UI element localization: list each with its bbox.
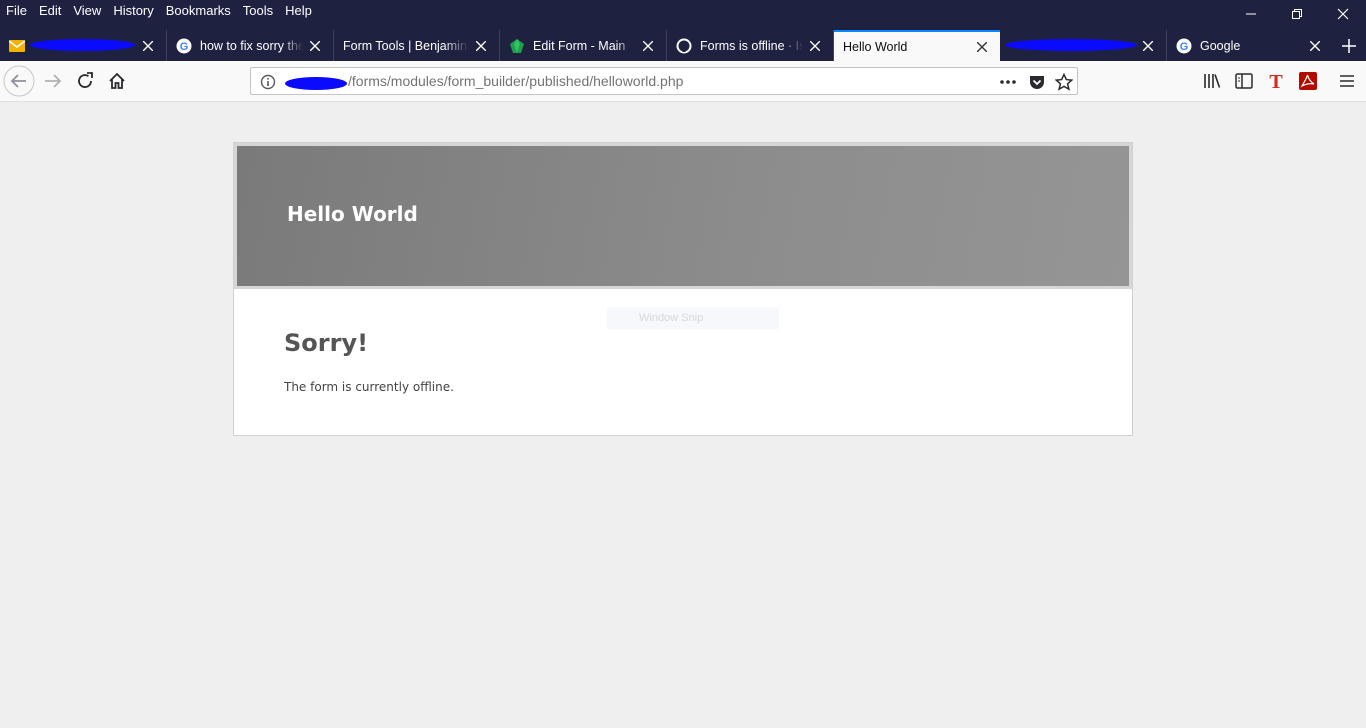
restore-button[interactable] [1274, 0, 1320, 28]
tab-label: Hello World [843, 39, 908, 54]
redaction-mark [285, 77, 347, 90]
close-icon [143, 40, 153, 51]
form-header: Hello World [234, 143, 1132, 289]
tab-label: Google [1200, 38, 1241, 53]
extension-t-button[interactable]: T [1260, 65, 1292, 97]
tab-close-button[interactable] [803, 34, 827, 58]
tab-label: Form Tools | BenjaminKeen [343, 38, 469, 53]
svg-text:G: G [1180, 41, 1189, 53]
text-extension-icon: T [1269, 72, 1283, 90]
window-snip-overlay: Window Snip [607, 307, 779, 329]
tab-hello-world[interactable]: Hello World [834, 30, 1000, 61]
info-icon[interactable] [260, 74, 276, 94]
library-icon [1204, 74, 1221, 88]
window-controls [1228, 0, 1366, 28]
sidebar-button[interactable] [1228, 65, 1260, 97]
reload-button[interactable] [69, 65, 101, 97]
svg-text:T: T [1269, 72, 1283, 90]
redaction-mark [30, 39, 135, 51]
bookmark-star-icon[interactable] [1054, 72, 1074, 95]
menu-view[interactable]: View [67, 0, 107, 22]
github-icon [676, 38, 692, 54]
form-title: Hello World [287, 202, 418, 226]
tab-google[interactable]: G Google [1167, 30, 1333, 61]
svg-text:G: G [180, 41, 189, 53]
close-icon [1143, 40, 1153, 51]
menu-history[interactable]: History [107, 0, 159, 22]
menu-file[interactable]: File [0, 0, 33, 22]
menu-edit[interactable]: Edit [33, 0, 67, 22]
back-arrow-icon [3, 65, 35, 97]
tab-close-button[interactable] [303, 34, 327, 58]
close-icon [810, 40, 820, 51]
reload-icon [78, 72, 93, 88]
tab-github-issue[interactable]: Forms is offline · Issue [667, 30, 834, 61]
google-icon: G [1176, 38, 1192, 54]
back-button[interactable] [3, 65, 35, 97]
mail-icon [9, 38, 25, 54]
tab-google-search[interactable]: G how to fix sorry the form is currently… [167, 30, 334, 61]
redaction-mark [1005, 39, 1137, 51]
form-card: Hello World Window Snip Sorry! The form … [233, 142, 1133, 436]
tab-redacted[interactable] [1000, 30, 1167, 61]
sidebar-icon [1235, 73, 1253, 89]
tab-close-button[interactable] [1136, 34, 1160, 58]
menu-button[interactable] [1331, 65, 1363, 97]
tab-close-button[interactable] [1303, 34, 1327, 58]
forward-arrow-icon [45, 74, 62, 88]
window-snip-label: Window Snip [639, 312, 704, 324]
home-button[interactable] [101, 65, 133, 97]
offline-message: The form is currently offline. [284, 380, 454, 394]
url-path: /forms/modules/form_builder/published/he… [348, 73, 684, 89]
menu-items: File Edit View History Bookmarks Tools H… [0, 0, 318, 22]
tab-gmail[interactable] [0, 30, 167, 61]
minimize-button[interactable] [1228, 0, 1274, 28]
minimize-icon [1246, 13, 1256, 15]
close-window-button[interactable] [1320, 0, 1366, 28]
close-icon [1337, 8, 1349, 20]
tab-close-button[interactable] [136, 34, 160, 58]
acrobat-icon [1299, 72, 1317, 90]
forward-button[interactable] [37, 65, 69, 97]
acrobat-button[interactable] [1292, 65, 1324, 97]
tab-edit-form[interactable]: Edit Form - Main [500, 30, 667, 61]
tab-close-button[interactable] [636, 34, 660, 58]
restore-icon [1292, 9, 1302, 19]
tab-close-button[interactable] [469, 34, 493, 58]
tab-form-tools[interactable]: Form Tools | BenjaminKeen [334, 30, 500, 61]
tab-label: how to fix sorry the form is currently o… [200, 38, 303, 53]
pocket-icon[interactable] [1028, 73, 1046, 95]
hamburger-icon [1340, 75, 1354, 87]
menu-bar: File Edit View History Bookmarks Tools H… [0, 0, 1366, 30]
tab-label: Edit Form - Main [533, 38, 626, 53]
page-actions-icon[interactable] [999, 74, 1017, 94]
tab-label: Forms is offline · Issue [700, 38, 803, 53]
tab-strip: G how to fix sorry the form is currently… [0, 30, 1366, 61]
google-icon: G [176, 38, 192, 54]
close-icon [310, 40, 320, 51]
sorry-heading: Sorry! [284, 329, 369, 357]
home-icon [109, 72, 125, 89]
menu-help[interactable]: Help [279, 0, 318, 22]
menu-bookmarks[interactable]: Bookmarks [160, 0, 237, 22]
close-icon [1310, 40, 1320, 51]
close-icon [643, 40, 653, 51]
new-tab-button[interactable] [1332, 30, 1366, 61]
close-icon [977, 41, 987, 52]
url-bar[interactable]: /forms/modules/form_builder/published/he… [250, 67, 1078, 95]
tab-close-button[interactable] [970, 35, 994, 59]
menu-tools[interactable]: Tools [237, 0, 279, 22]
gem-icon [509, 38, 525, 54]
close-icon [476, 40, 486, 51]
library-button[interactable] [1196, 65, 1228, 97]
plus-icon [1342, 38, 1356, 53]
navigation-bar: /forms/modules/form_builder/published/he… [0, 61, 1366, 102]
